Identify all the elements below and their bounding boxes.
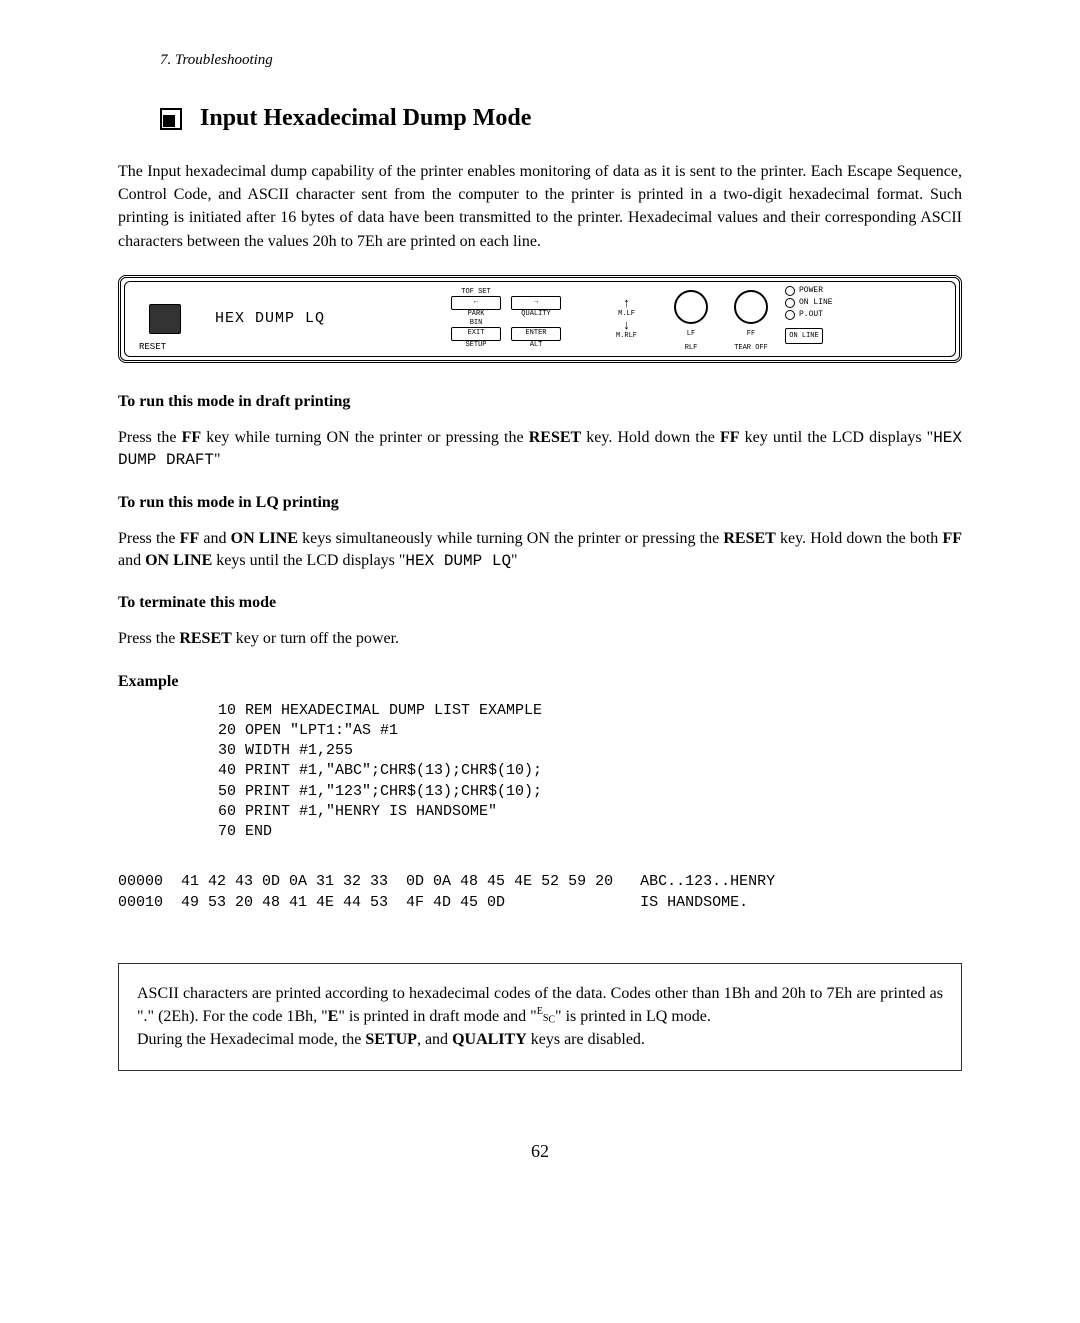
power-led-icon xyxy=(785,286,795,296)
right-arrow-button[interactable]: → xyxy=(511,296,561,310)
lcd-display: HEX DUMP LQ xyxy=(215,310,325,327)
rlf-label: RLF xyxy=(685,344,698,352)
example-code: 10 REM HEXADECIMAL DUMP LIST EXAMPLE 20 … xyxy=(218,701,962,843)
page-title: Input Hexadecimal Dump Mode xyxy=(200,105,531,132)
terminate-subhead: To terminate this mode xyxy=(118,594,962,612)
reset-button[interactable] xyxy=(149,304,181,334)
online-led-label: ON LINE xyxy=(799,298,833,307)
park-label: PARK xyxy=(468,310,485,318)
exit-button[interactable]: EXIT xyxy=(451,327,501,341)
printer-panel-figure: RESET HEX DUMP LQ TOF SET ← PARK → QUALI… xyxy=(118,275,962,363)
left-arrow-button[interactable]: ← xyxy=(451,296,501,310)
setup-label: SETUP xyxy=(465,341,486,349)
lf-button[interactable] xyxy=(674,290,708,324)
control-button-grid: TOF SET ← PARK → QUALITY BIN EXIT SETUP xyxy=(445,282,594,356)
hex-output: 00000 41 42 43 0D 0A 31 32 33 0D 0A 48 4… xyxy=(118,872,962,913)
alt-label: ALT xyxy=(530,341,543,349)
reset-label: RESET xyxy=(139,342,166,352)
lq-subhead: To run this mode in LQ printing xyxy=(118,494,962,512)
tof-set-label: TOF SET xyxy=(461,288,490,296)
bin-label: BIN xyxy=(470,319,483,327)
pout-led-icon xyxy=(785,310,795,320)
down-arrow-icon: ↓ xyxy=(623,320,631,332)
intro-text: The Input hexadecimal dump capability of… xyxy=(118,160,962,253)
mlf-label: M.LF xyxy=(618,310,635,318)
up-arrow-icon: ↑ xyxy=(623,298,631,310)
example-subhead: Example xyxy=(118,673,962,691)
heading-bullet-icon xyxy=(160,108,182,130)
online-button[interactable]: ON LINE xyxy=(785,328,823,344)
breadcrumb: 7. Troubleshooting xyxy=(160,52,962,69)
terminate-paragraph: Press the RESET key or turn off the powe… xyxy=(118,628,962,650)
ff-button[interactable] xyxy=(734,290,768,324)
draft-subhead: To run this mode in draft printing xyxy=(118,393,962,411)
draft-paragraph: Press the FF key while turning ON the pr… xyxy=(118,427,962,472)
page-number: 62 xyxy=(118,1141,962,1162)
online-led-icon xyxy=(785,298,795,308)
pout-led-label: P.OUT xyxy=(799,310,823,319)
power-led-label: POWER xyxy=(799,286,823,295)
ff-label: FF xyxy=(747,330,755,338)
lf-label: LF xyxy=(687,330,695,338)
quality-label: QUALITY xyxy=(521,310,550,318)
note-box: ASCII characters are printed according t… xyxy=(118,963,962,1071)
enter-button[interactable]: ENTER xyxy=(511,327,561,341)
lq-paragraph: Press the FF and ON LINE keys simultaneo… xyxy=(118,528,962,573)
mrlf-label: M.RLF xyxy=(616,332,637,340)
tearoff-label: TEAR OFF xyxy=(734,344,768,352)
